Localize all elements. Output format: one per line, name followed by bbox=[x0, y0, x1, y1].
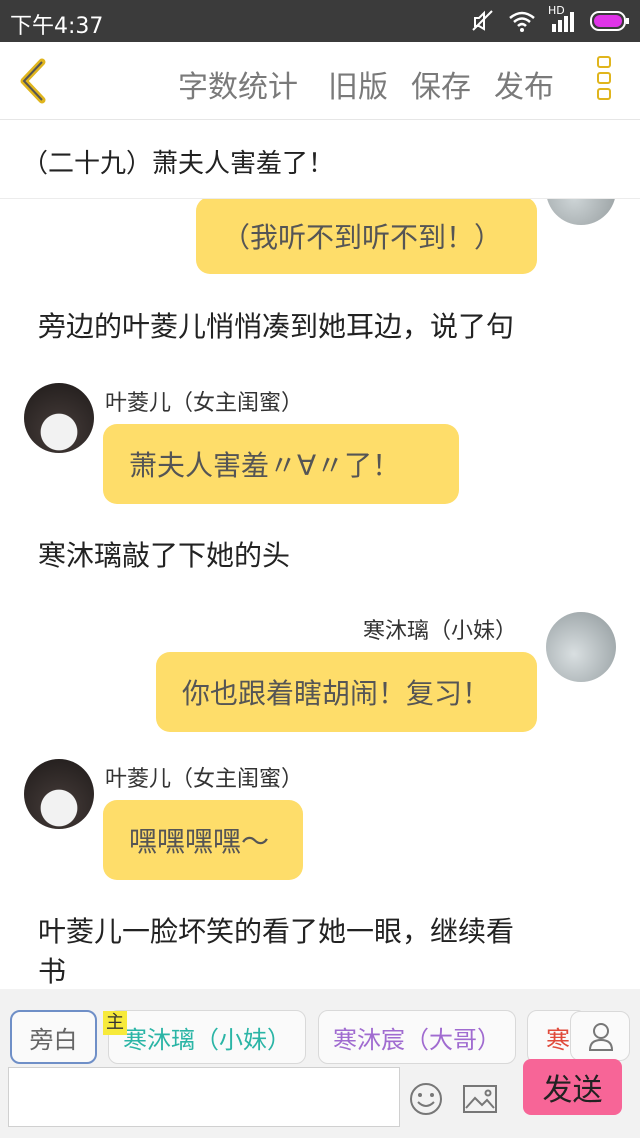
editor-toolbar: 字数统计 旧版 保存 发布 bbox=[0, 42, 640, 120]
character-chip-hanmuchen[interactable]: 寒沐宸（大哥） bbox=[318, 1010, 516, 1064]
user-icon bbox=[588, 1023, 614, 1051]
signal-icon: HD bbox=[548, 4, 578, 34]
narration-text[interactable]: 书 bbox=[38, 950, 66, 989]
status-icons: HD bbox=[470, 4, 630, 34]
publish-button[interactable]: 发布 bbox=[494, 62, 554, 106]
add-character-button[interactable] bbox=[570, 1011, 630, 1061]
avatar-hanmuli[interactable] bbox=[546, 612, 616, 682]
character-name: 叶菱儿（女主闺蜜） bbox=[105, 767, 304, 792]
main-character-tag: 主 bbox=[103, 1011, 127, 1035]
narrator-chip[interactable]: 旁白 bbox=[10, 1010, 97, 1064]
character-name: 寒沐璃（小妹） bbox=[363, 619, 518, 644]
message-bubble[interactable]: （我听不到听不到！） bbox=[196, 199, 537, 274]
chat-content[interactable]: （我听不到听不到！） 旁边的叶菱儿悄悄凑到她耳边，说了句 叶菱儿（女主闺蜜） 萧… bbox=[0, 199, 640, 989]
narration-text[interactable]: 旁边的叶菱儿悄悄凑到她耳边，说了句 bbox=[38, 305, 514, 349]
more-dot bbox=[597, 88, 611, 100]
more-menu-button[interactable] bbox=[592, 56, 616, 108]
wifi-icon bbox=[509, 11, 535, 32]
send-button[interactable]: 发送 bbox=[523, 1059, 622, 1115]
more-dot bbox=[597, 56, 611, 68]
old-version-button[interactable]: 旧版 bbox=[328, 62, 388, 106]
battery-icon bbox=[590, 11, 629, 31]
chevron-left-icon bbox=[20, 58, 46, 104]
message-input[interactable] bbox=[8, 1067, 400, 1127]
narration-text[interactable]: 寒沐璃敲了下她的头 bbox=[38, 534, 290, 578]
character-chip-hanmuli[interactable]: 寒沐璃（小妹） bbox=[108, 1010, 306, 1064]
composer-panel: 旁白 寒沐璃（小妹） 主 寒沐宸（大哥） 寒 发送 bbox=[0, 989, 640, 1138]
avatar-yelinger[interactable] bbox=[24, 759, 94, 829]
smiley-icon bbox=[410, 1083, 442, 1115]
avatar-hanmuli[interactable] bbox=[546, 199, 616, 225]
save-button[interactable]: 保存 bbox=[411, 62, 471, 106]
status-time: 下午4:37 bbox=[10, 14, 104, 39]
image-icon bbox=[463, 1085, 497, 1113]
avatar-yelinger[interactable] bbox=[24, 383, 94, 453]
status-bar: 下午4:37 HD bbox=[0, 0, 640, 42]
message-bubble[interactable]: 你也跟着瞎胡闹！复习！ bbox=[156, 652, 537, 732]
emoji-button[interactable] bbox=[408, 1081, 444, 1117]
chapter-title[interactable]: （二十九）萧夫人害羞了！ bbox=[0, 121, 640, 199]
word-count-button[interactable]: 字数统计 bbox=[178, 62, 298, 106]
image-button[interactable] bbox=[462, 1083, 498, 1115]
back-button[interactable] bbox=[14, 56, 54, 106]
message-bubble[interactable]: 萧夫人害羞〃∀〃了！ bbox=[103, 424, 459, 504]
message-bubble[interactable]: 嘿嘿嘿嘿～ bbox=[103, 800, 303, 880]
character-name: 叶菱儿（女主闺蜜） bbox=[105, 391, 304, 416]
narration-text[interactable]: 叶菱儿一脸坏笑的看了她一眼，继续看 bbox=[38, 910, 514, 954]
mute-icon bbox=[472, 10, 493, 31]
more-dot bbox=[597, 72, 611, 84]
